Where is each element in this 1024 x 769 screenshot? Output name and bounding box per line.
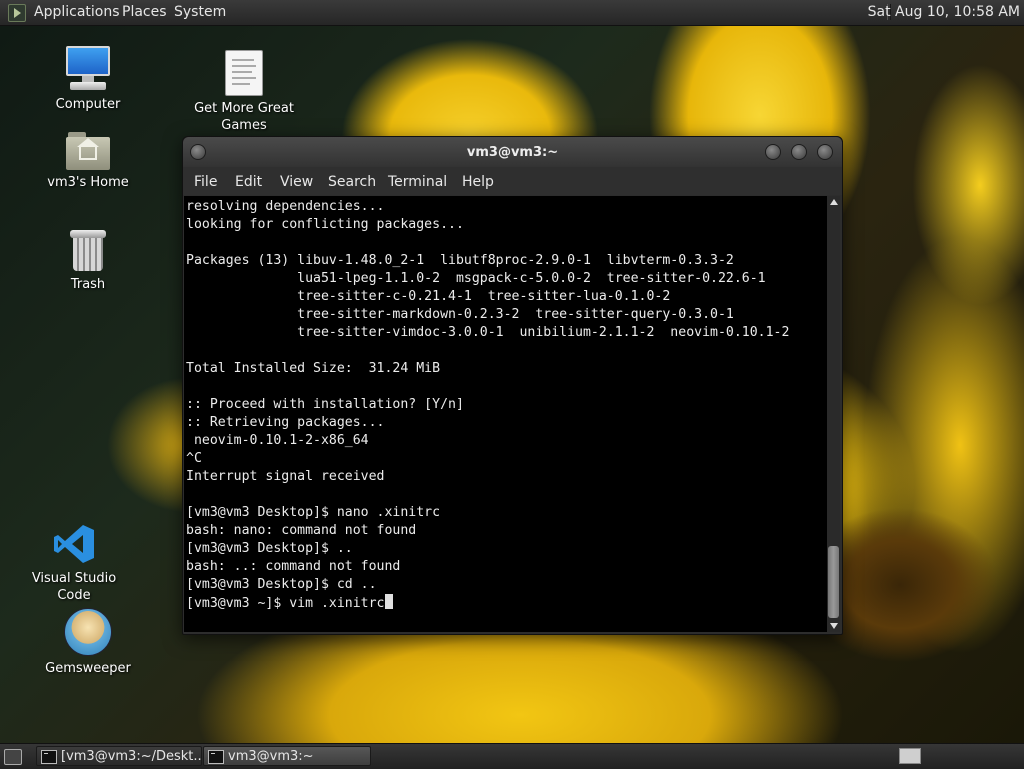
taskbar-item-label: vm3@vm3:~ xyxy=(228,749,314,764)
taskbar-item-label: [vm3@vm3:~/Deskt... xyxy=(61,749,206,764)
computer-icon xyxy=(64,46,112,92)
scroll-up-arrow-icon[interactable] xyxy=(830,199,838,205)
desktop-icon-label: Trash xyxy=(70,277,106,292)
top-panel: Applications Places System Sat Aug 10, 1… xyxy=(0,0,1024,26)
menu-help[interactable]: Help xyxy=(462,174,494,190)
terminal-icon xyxy=(41,750,57,764)
desktop-icon-get-more-games[interactable]: Get More Great Games xyxy=(184,50,304,134)
desktop-icon-label: vm3's Home xyxy=(47,175,129,190)
terminal-logo-icon[interactable] xyxy=(8,4,26,22)
window-title: vm3@vm3:~ xyxy=(466,145,559,160)
terminal-cursor xyxy=(384,594,393,609)
desktop-icon-label: Computer xyxy=(55,97,121,112)
minimize-button[interactable] xyxy=(765,144,781,160)
terminal-output-area[interactable]: resolving dependencies... looking for co… xyxy=(184,196,827,632)
scrollbar-thumb[interactable] xyxy=(828,546,839,618)
taskbar-item-active-terminal[interactable]: vm3@vm3:~ xyxy=(203,746,371,766)
terminal-window[interactable]: vm3@vm3:~ File Edit View Search Terminal… xyxy=(182,136,843,635)
document-icon xyxy=(225,50,263,96)
menu-terminal[interactable]: Terminal xyxy=(388,174,447,190)
trash-icon xyxy=(70,228,106,272)
taskbar-item-desktop-terminal[interactable]: [vm3@vm3:~/Deskt... xyxy=(36,746,206,766)
bottom-panel: [vm3@vm3:~/Deskt... vm3@vm3:~ xyxy=(0,743,1024,769)
desktop-icon-home[interactable]: vm3's Home xyxy=(28,130,148,191)
menu-file[interactable]: File xyxy=(194,174,217,190)
desktop-icon-vscode[interactable]: Visual Studio Code xyxy=(14,522,134,604)
clock[interactable]: Sat Aug 10, 10:58 AM xyxy=(868,4,1020,20)
scroll-down-arrow-icon[interactable] xyxy=(830,623,838,629)
desktop-icon-gemsweeper[interactable]: Gemsweeper xyxy=(28,608,148,677)
terminal-icon xyxy=(208,750,224,764)
gemsweeper-icon xyxy=(64,608,112,656)
desktop-icon-label: Get More Great xyxy=(194,101,294,116)
menu-search[interactable]: Search xyxy=(328,174,376,190)
close-button[interactable] xyxy=(817,144,833,160)
terminal-output: resolving dependencies... looking for co… xyxy=(186,199,790,611)
terminal-menubar: File Edit View Search Terminal Help xyxy=(183,167,842,195)
menu-view[interactable]: View xyxy=(280,174,313,190)
show-desktop-icon[interactable] xyxy=(4,749,22,765)
home-folder-icon xyxy=(66,130,110,170)
desktop-icon-label: Games xyxy=(221,118,267,133)
menu-applications[interactable]: Applications xyxy=(34,4,120,20)
window-titlebar[interactable]: vm3@vm3:~ xyxy=(183,137,842,167)
desktop-icon-computer[interactable]: Computer xyxy=(28,46,148,113)
workspace-switcher[interactable] xyxy=(899,748,921,764)
menu-edit[interactable]: Edit xyxy=(235,174,262,190)
menu-places[interactable]: Places xyxy=(122,4,167,20)
desktop-icon-label: Visual Studio Code xyxy=(31,571,117,603)
vscode-icon xyxy=(52,522,96,566)
desktop-icon-label: Gemsweeper xyxy=(45,661,131,676)
maximize-button[interactable] xyxy=(791,144,807,160)
terminal-scrollbar[interactable] xyxy=(827,196,840,632)
desktop-icon-trash[interactable]: Trash xyxy=(28,228,148,293)
menu-system[interactable]: System xyxy=(174,4,226,20)
